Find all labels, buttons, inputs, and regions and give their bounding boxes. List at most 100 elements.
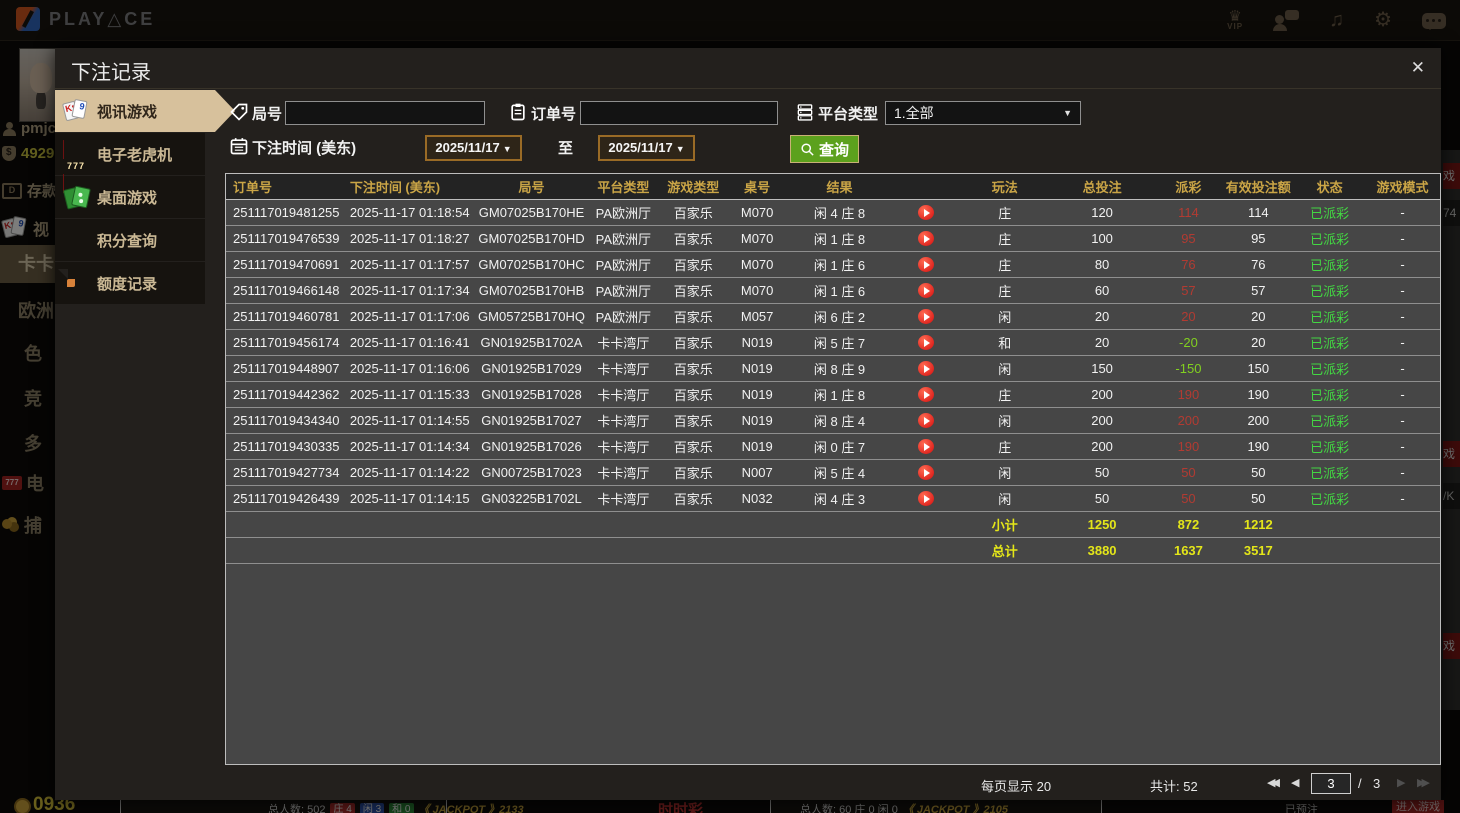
menu-item-quota-records[interactable]: 额度记录: [55, 262, 205, 304]
cell-order: 251117019460781: [233, 309, 340, 324]
cell-table-no: M057: [740, 309, 774, 324]
menu-item-video-games[interactable]: 视讯游戏: [55, 90, 235, 132]
cell-valid-bet: 150: [1247, 361, 1270, 376]
cell-round: GN01925B17029: [481, 361, 582, 376]
cell-status: 已派彩: [1310, 310, 1350, 325]
replay-play-button[interactable]: [917, 413, 934, 428]
cell-game-mode: -: [1400, 439, 1405, 454]
pagination-bar: 每页显示 20 共计: 52 ◀◀ ◀ 3 / 3 ▶ ▶▶: [225, 770, 1441, 798]
cell-valid-bet: 50: [1251, 491, 1266, 506]
table-row: 251117019476539 2025-11-17 01:18:27 GM0702…: [226, 226, 1440, 252]
cell-order: 251117019470691: [233, 257, 340, 272]
cell-play-type: 和: [998, 336, 1012, 351]
first-page-button[interactable]: ◀◀: [1267, 776, 1280, 789]
menu-item-slots[interactable]: 电子老虎机: [55, 133, 205, 193]
cell-round: GM07025B170HB: [478, 283, 585, 298]
calendar-icon: [230, 138, 248, 155]
cell-replay: [892, 205, 960, 220]
order-number-input[interactable]: [580, 101, 778, 125]
replay-play-button[interactable]: [917, 491, 934, 506]
cell-status: 已派彩: [1310, 466, 1350, 481]
cell-game-mode: -: [1400, 491, 1405, 506]
cell-bet-time: 2025-11-17 01:14:15: [349, 491, 470, 506]
cell-replay: [892, 335, 960, 350]
cell-table-no: N007: [741, 465, 773, 480]
cell-round: GM07025B170HC: [478, 257, 585, 272]
replay-play-button[interactable]: [917, 465, 934, 480]
cell-platform: PA欧洲厅: [595, 258, 652, 273]
last-page-button[interactable]: ▶▶: [1417, 776, 1430, 789]
replay-play-button[interactable]: [917, 309, 934, 324]
cell-replay: [892, 387, 960, 402]
close-icon[interactable]: ✕: [1411, 58, 1425, 78]
table-row: 251117019481255 2025-11-17 01:18:54 GM0702…: [226, 200, 1440, 226]
cell-bet-time: 2025-11-17 01:17:57: [349, 257, 470, 272]
bet-records-table: 订单号 下注时间 (美东) 局号 平台类型 游戏类型 桌号 结果 玩法 总投注 派彩 有效投注额 状态…: [225, 173, 1441, 765]
header-time: 下注时间 (美东): [349, 180, 441, 195]
cell-platform: PA欧洲厅: [595, 232, 652, 247]
cell-valid-bet: 3517: [1243, 543, 1273, 558]
replay-play-button[interactable]: [917, 231, 934, 246]
cell-game-mode: -: [1400, 387, 1405, 402]
cell-order: 251117019476539: [233, 231, 340, 246]
cell-valid-bet: 57: [1251, 283, 1266, 298]
replay-play-button[interactable]: [917, 283, 934, 298]
menu-item-table-games[interactable]: 桌面游戏: [55, 176, 205, 218]
prev-page-button[interactable]: ◀: [1291, 776, 1299, 789]
cell-status: 已派彩: [1310, 206, 1350, 221]
table-games-icon: [62, 184, 91, 210]
cell-status: 已派彩: [1310, 492, 1350, 507]
totals-row: 小计 1250 872 1212: [226, 512, 1440, 538]
cell-status: 已派彩: [1310, 414, 1350, 429]
totals-row: 总计 3880 1637 3517: [226, 538, 1440, 564]
total-count-label: 共计: 52: [1150, 779, 1198, 794]
cell-round: GN01925B17027: [481, 413, 582, 428]
cell-game-mode: -: [1400, 465, 1405, 480]
cell-game-type: 百家乐: [673, 388, 713, 403]
cell-total-bet: 80: [1094, 257, 1110, 272]
query-button[interactable]: 查询: [790, 135, 860, 163]
cell-order: 251117019434340: [233, 413, 340, 428]
cell-valid-bet: 1212: [1243, 517, 1273, 532]
cell-play-type: 庄: [998, 206, 1012, 221]
cell-payout: 57: [1181, 283, 1196, 298]
cell-replay: [892, 231, 960, 246]
cell-result: 闲 8 庄 4: [813, 414, 866, 429]
cell-game-type: 百家乐: [673, 414, 713, 429]
cell-status: 已派彩: [1310, 388, 1350, 403]
cell-result: 闲 1 庄 8: [813, 232, 866, 247]
cell-payout: 200: [1177, 413, 1200, 428]
date-to-label: 至: [558, 140, 574, 157]
cell-result: 闲 4 庄 3: [813, 492, 866, 507]
menu-item-points-query[interactable]: 积分查询: [55, 219, 205, 261]
dialog-titlebar: 下注记录 ✕: [55, 48, 1441, 89]
cell-valid-bet: 95: [1251, 231, 1266, 246]
replay-play-button[interactable]: [917, 387, 934, 402]
current-page-input[interactable]: 3: [1311, 773, 1351, 794]
cell-bet-time: 2025-11-17 01:14:55: [349, 413, 470, 428]
round-number-input[interactable]: [285, 101, 485, 125]
replay-play-button[interactable]: [917, 439, 934, 454]
replay-play-button[interactable]: [917, 257, 934, 272]
cell-game-mode: -: [1400, 283, 1405, 298]
date-from-picker[interactable]: 2025/11/17 ▼: [425, 135, 522, 161]
cell-platform: 卡卡湾厅: [597, 362, 650, 377]
cell-result: 闲 1 庄 6: [813, 284, 866, 299]
next-page-button[interactable]: ▶: [1397, 776, 1405, 789]
platform-type-select[interactable]: 1.全部 ▼: [885, 101, 1081, 125]
cell-play-type: 闲: [998, 466, 1012, 481]
cell-play-type: 庄: [998, 258, 1012, 273]
cell-table-no: N019: [741, 387, 773, 402]
date-to-picker[interactable]: 2025/11/17 ▼: [598, 135, 695, 161]
bet-time-label: 下注时间 (美东): [252, 140, 357, 157]
replay-play-button[interactable]: [917, 361, 934, 376]
replay-play-button[interactable]: [917, 205, 934, 220]
page-separator: /: [1358, 776, 1362, 791]
cell-status: 已派彩: [1310, 284, 1350, 299]
replay-play-button[interactable]: [917, 335, 934, 350]
cell-play-type: 小计: [991, 518, 1018, 533]
cell-game-type: 百家乐: [673, 310, 713, 325]
cell-result: 闲 5 庄 7: [813, 336, 866, 351]
cell-order: 251117019430335: [233, 439, 340, 454]
cell-bet-time: 2025-11-17 01:14:22: [349, 465, 470, 480]
